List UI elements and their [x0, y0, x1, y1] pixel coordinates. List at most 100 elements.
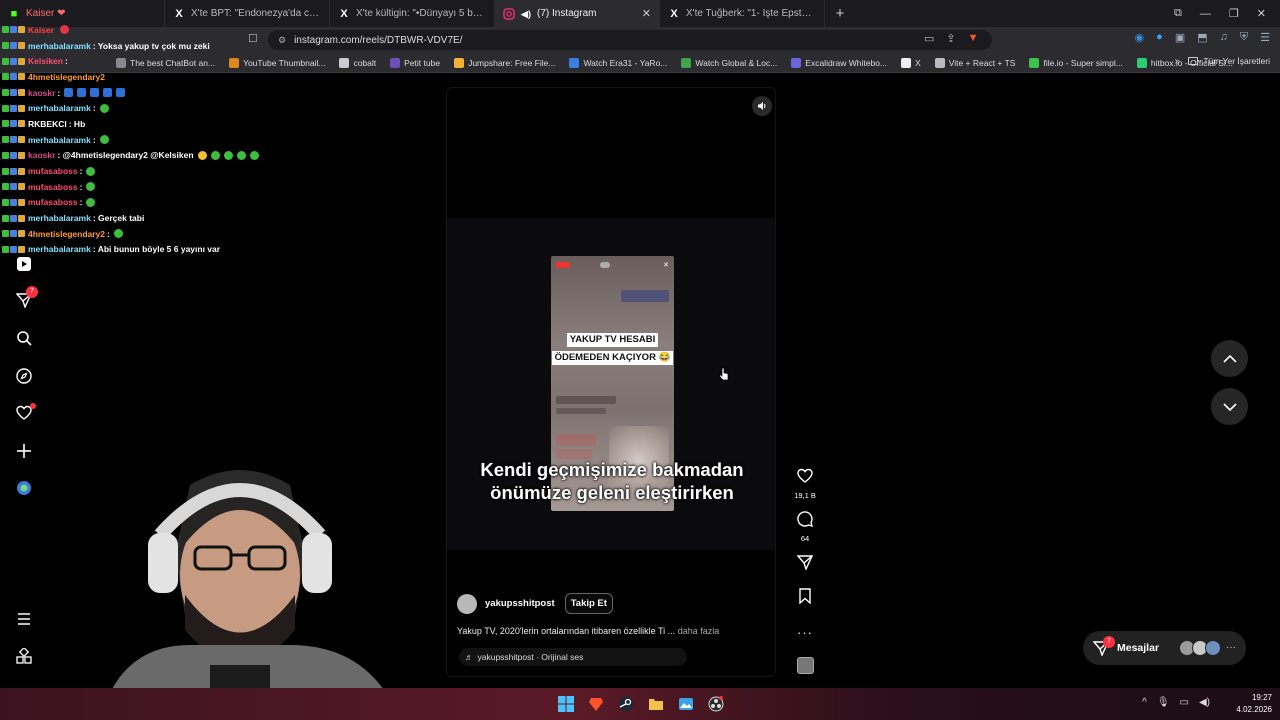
- display-icon[interactable]: ▭: [1180, 697, 1189, 708]
- chat-username[interactable]: mufasaboss: [28, 182, 78, 192]
- caption-line1: Kendi geçmişimize bakmadan: [480, 459, 744, 480]
- extension-icon[interactable]: ▣: [1175, 31, 1185, 44]
- extension-icon[interactable]: ◉: [1135, 31, 1145, 44]
- windows-start-icon[interactable]: [556, 694, 576, 714]
- badge-icon: [2, 136, 9, 144]
- bookmarks-overflow-icon[interactable]: »: [1174, 56, 1180, 67]
- bookmark-item[interactable]: Vite + React + TS: [934, 57, 1015, 68]
- restore-icon[interactable]: ❐: [1229, 7, 1239, 20]
- wallet-icon[interactable]: ⛨: [1240, 31, 1248, 44]
- more-options-button[interactable]: ···: [792, 624, 818, 642]
- minimize-icon[interactable]: —: [1200, 8, 1211, 20]
- badge-icon: [10, 230, 17, 238]
- extensions-icon[interactable]: ⧉: [1174, 7, 1182, 20]
- share-icon[interactable]: ⇪: [946, 32, 955, 45]
- owner-username[interactable]: yakupsshitpost: [485, 598, 555, 609]
- bookmark-item[interactable]: Petit tube: [390, 57, 441, 68]
- close-tab-icon[interactable]: ✕: [642, 7, 651, 20]
- chat-username[interactable]: merhabalaramk: [28, 135, 91, 145]
- next-reel-button[interactable]: [1211, 388, 1248, 425]
- messages-nav-icon[interactable]: 7: [12, 286, 38, 312]
- all-bookmarks-button[interactable]: Tüm Yer İşaretleri: [1188, 56, 1270, 66]
- chat-username[interactable]: merhabalaramk: [28, 41, 91, 51]
- badge-icon: [2, 26, 9, 34]
- bookmark-item[interactable]: Excalidraw Whitebo...: [791, 57, 887, 68]
- bookmark-item[interactable]: Watch Global & Loc...: [681, 57, 777, 68]
- comment-button[interactable]: 64: [792, 511, 818, 543]
- follow-button[interactable]: Takip Et: [564, 593, 613, 614]
- kick-icon: ■: [10, 7, 18, 20]
- microphone-icon[interactable]: 🎙: [1157, 697, 1170, 708]
- file-explorer-icon[interactable]: [646, 694, 666, 714]
- like-button[interactable]: 19,1 B: [792, 468, 818, 500]
- badge-icon: [2, 73, 9, 81]
- chat-username[interactable]: Kelsiken: [28, 56, 63, 66]
- chat-username[interactable]: RKBEKCI: [28, 119, 67, 129]
- photos-app-icon[interactable]: [676, 694, 696, 714]
- bookmark-label: Petit tube: [404, 57, 441, 68]
- speaker-icon[interactable]: ◀): [521, 8, 531, 20]
- bookmark-item[interactable]: X: [901, 57, 921, 68]
- chat-username[interactable]: mufasaboss: [28, 197, 78, 207]
- extension-icon[interactable]: ⬒: [1197, 31, 1207, 44]
- bookmark-item[interactable]: cobalt: [339, 57, 376, 68]
- previous-reel-button[interactable]: [1211, 340, 1248, 377]
- brave-shield-icon[interactable]: ▼: [968, 32, 979, 45]
- bookmark-label: X: [915, 57, 921, 68]
- chat-message: merhabalaramk: Gerçek tabi: [2, 210, 302, 226]
- bookmark-item[interactable]: Watch Era31 - YaRo...: [569, 57, 667, 68]
- share-button[interactable]: [792, 554, 818, 575]
- reel-video[interactable]: ✕ YAKUP TV HESABI ÖDEMEDEN KAÇIYOR 😂 Ken…: [447, 218, 775, 550]
- mouse-cursor-icon: [719, 367, 729, 381]
- explore-icon[interactable]: [12, 364, 36, 388]
- window-controls: ⧉ — ❐ ✕: [1174, 0, 1280, 27]
- mute-toggle-button[interactable]: [752, 96, 772, 116]
- chat-username[interactable]: 4hmetislegendary2: [28, 229, 105, 239]
- tab-x-tugberk[interactable]: X X'te Tuğberk: "1- İşte Epstein dosyas: [660, 0, 825, 27]
- chat-username[interactable]: Kaiser: [28, 25, 54, 35]
- badge-icon: [10, 57, 17, 65]
- extension-icon[interactable]: ●: [1156, 31, 1163, 44]
- audio-pill[interactable]: ♬ yakupsshitpost · Orijinal ses: [459, 648, 687, 666]
- user-badges: [2, 120, 25, 128]
- create-icon[interactable]: [12, 439, 36, 463]
- profile-avatar-icon[interactable]: [12, 476, 36, 500]
- menu-icon[interactable]: ☰: [1260, 31, 1270, 44]
- chat-username[interactable]: kaoskr: [28, 88, 55, 98]
- chat-message: Kelsiken:: [2, 53, 302, 69]
- tray-overflow-icon[interactable]: ^: [1142, 697, 1147, 708]
- bookmark-item[interactable]: file.io - Super simpl...: [1029, 57, 1123, 68]
- messages-button[interactable]: 7 Mesajlar ···: [1083, 631, 1246, 665]
- audio-thumbnail[interactable]: [792, 657, 818, 679]
- taskbar-clock[interactable]: 19:27 4.02.2026: [1236, 692, 1272, 716]
- tab-instagram[interactable]: ◀) (7) Instagram ✕: [495, 0, 660, 27]
- close-window-icon[interactable]: ✕: [1257, 7, 1266, 20]
- new-tab-button[interactable]: +: [829, 5, 851, 22]
- chat-emote-icon: [77, 88, 87, 98]
- owner-avatar[interactable]: [457, 593, 477, 614]
- search-icon[interactable]: [12, 326, 36, 350]
- also-from-meta-icon[interactable]: [12, 644, 36, 668]
- reel-player[interactable]: ✕ YAKUP TV HESABI ÖDEMEDEN KAÇIYOR 😂 Ken…: [446, 87, 776, 677]
- more-menu-icon[interactable]: [12, 607, 36, 631]
- chat-username[interactable]: merhabalaramk: [28, 213, 91, 223]
- tab-title: X'te Tuğberk: "1- İşte Epstein dosyas: [686, 8, 816, 19]
- cast-icon[interactable]: ▭: [924, 32, 934, 45]
- tab-x-kultigin[interactable]: X X'te kültigin: "•Dünyayı 5 büyük aile …: [330, 0, 495, 27]
- chat-username[interactable]: mufasaboss: [28, 166, 78, 176]
- bookmark-item[interactable]: Jumpshare: Free File...: [454, 57, 555, 68]
- save-button[interactable]: [792, 588, 818, 609]
- chat-username[interactable]: kaoskr: [28, 150, 55, 160]
- volume-icon[interactable]: ◀): [1199, 697, 1210, 708]
- chat-username[interactable]: merhabalaramk: [28, 103, 91, 113]
- obs-studio-icon[interactable]: [706, 694, 726, 714]
- chat-username[interactable]: 4hmetislegendary2: [28, 72, 105, 82]
- chat-username[interactable]: merhabalaramk: [28, 244, 91, 254]
- brave-browser-icon[interactable]: [586, 694, 606, 714]
- url-field[interactable]: ⚙ instagram.com/reels/DTBWR-VDV7E/: [268, 30, 992, 50]
- media-icon[interactable]: ♫: [1220, 31, 1228, 44]
- more-link[interactable]: daha fazla: [678, 626, 720, 636]
- heart-icon[interactable]: [12, 401, 36, 425]
- steam-icon[interactable]: [616, 694, 636, 714]
- reels-icon[interactable]: [12, 252, 36, 276]
